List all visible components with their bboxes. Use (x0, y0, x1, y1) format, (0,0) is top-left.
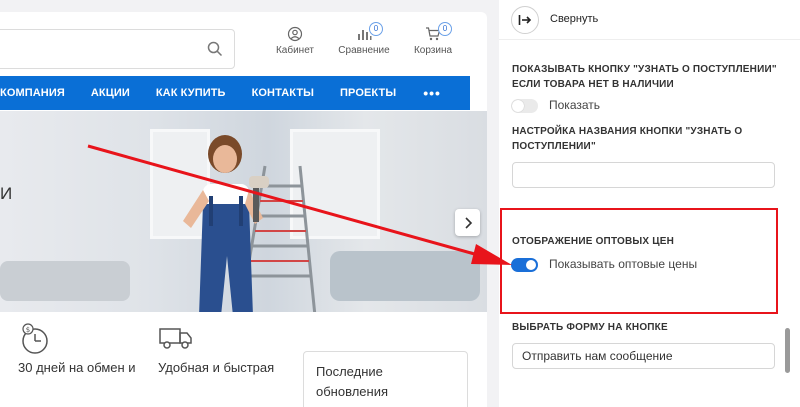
button-name-input[interactable] (512, 162, 775, 188)
notify-toggle-label: Показать (549, 98, 601, 112)
feature-delivery-text: Удобная и быстрая (158, 360, 275, 375)
banner-furniture (330, 251, 480, 301)
button-name-section-label: НАСТРОЙКА НАЗВАНИЯ КНОПКИ "УЗНАТЬ О ПОСТ… (512, 126, 743, 152)
updates-line-2: обновления (316, 384, 388, 399)
banner-text: И (0, 184, 13, 203)
cart-link[interactable]: Корзина 0 (398, 22, 468, 56)
form-select[interactable]: Отправить нам сообщение (512, 343, 775, 369)
user-icon (287, 26, 303, 42)
form-section-label: ВЫБРАТЬ ФОРМУ НА КНОПКЕ (512, 322, 668, 333)
cabinet-label: Кабинет (275, 45, 315, 56)
features-row: $ 30 дней на обмен и Удобная и быстрая П… (0, 314, 487, 407)
nav-item-contacts[interactable]: КОНТАКТЫ (239, 87, 327, 99)
collapse-button[interactable] (511, 6, 539, 34)
highlight-box (500, 208, 778, 314)
banner-person-image (183, 135, 317, 312)
notify-toggle[interactable] (511, 99, 538, 113)
clock-icon: $ (22, 323, 48, 354)
feature-exchange-text: 30 дней на обмен и (18, 360, 136, 375)
compare-link[interactable]: Сравнение 0 (329, 22, 399, 56)
banner-furniture (0, 261, 130, 301)
panel-header: Свернуть (499, 0, 800, 40)
svg-text:$: $ (26, 326, 30, 334)
website-preview: Кабинет Сравнение 0 Корзина 0 КОМПАНИЯ А… (0, 12, 487, 407)
compare-badge: 0 (369, 22, 383, 36)
settings-panel: Свернуть ПОКАЗЫВАТЬ КНОПКУ "УЗНАТЬ О ПОС… (499, 0, 800, 407)
panel-scrollbar[interactable] (785, 328, 790, 373)
nav-item-projects[interactable]: ПРОЕКТЫ (327, 87, 409, 99)
updates-line-1: Последние (316, 364, 383, 379)
slider-next-button[interactable] (455, 209, 480, 236)
compare-label: Сравнение (338, 45, 390, 56)
collapse-label[interactable]: Свернуть (550, 13, 598, 25)
nav-item-how-to-buy[interactable]: КАК КУПИТЬ (143, 87, 239, 99)
chevron-right-icon (464, 216, 472, 229)
search-icon[interactable] (206, 40, 224, 58)
main-nav: КОМПАНИЯ АКЦИИ КАК КУПИТЬ КОНТАКТЫ ПРОЕК… (0, 76, 470, 110)
updates-box[interactable]: Последние обновления (303, 351, 468, 407)
nav-item-company[interactable]: КОМПАНИЯ (0, 87, 78, 99)
hero-banner: И (0, 111, 487, 312)
truck-icon (159, 328, 192, 349)
nav-more-button[interactable]: ••• (409, 85, 441, 101)
collapse-arrow-icon (518, 15, 532, 25)
cabinet-link[interactable]: Кабинет (260, 26, 330, 56)
nav-item-promotions[interactable]: АКЦИИ (78, 87, 143, 99)
search-input[interactable] (0, 29, 235, 69)
cart-badge: 0 (438, 22, 452, 36)
cart-label: Корзина (413, 45, 453, 56)
notify-section-label: ПОКАЗЫВАТЬ КНОПКУ "УЗНАТЬ О ПОСТУПЛЕНИИ"… (512, 64, 777, 90)
